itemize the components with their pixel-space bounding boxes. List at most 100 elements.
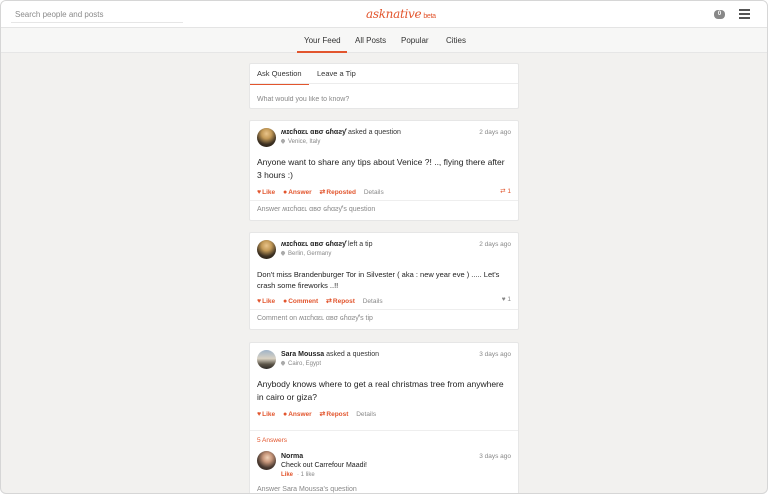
- comment-label: Comment: [288, 298, 319, 305]
- like-button[interactable]: ♥Like: [257, 411, 275, 418]
- repost-icon: ⇄: [319, 189, 326, 196]
- notification-badge[interactable]: 0: [714, 10, 725, 19]
- post-location: Berlin, Germany: [280, 250, 332, 257]
- tab-your-feed[interactable]: Your Feed: [297, 28, 347, 53]
- speech-bubble-icon: ●: [282, 411, 288, 418]
- details-link[interactable]: Details: [363, 298, 383, 305]
- repost-button[interactable]: ⇄Repost: [320, 411, 349, 418]
- post-card: ʍɪcɦαεʟ αвσ ɢɦαƨƴ asked a question Venic…: [249, 120, 519, 221]
- repost-icon: ⇄: [326, 298, 332, 305]
- post-time: 2 days ago: [479, 241, 511, 248]
- repost-label: Repost: [332, 298, 355, 305]
- post-actions: ♥Like ●Answer ⇄Reposted Details: [257, 188, 390, 196]
- post-author-line: Sara Moussa asked a question: [281, 351, 379, 358]
- repost-button[interactable]: ⇄Repost: [326, 298, 355, 305]
- post-card: ʍɪcɦαεʟ αвσ ɢɦαƨƴ left a tip Berlin, Ger…: [249, 232, 519, 330]
- app-window: asknativebeta 0 Your Feed All Posts Popu…: [0, 0, 768, 494]
- answer-meta: Like · 1 like: [281, 472, 315, 478]
- repost-count-value: 1: [507, 188, 511, 195]
- answer-text: Check out Carrefour Maadi!: [281, 462, 367, 469]
- divider: [250, 309, 518, 310]
- post-time: 2 days ago: [479, 129, 511, 136]
- comment-link[interactable]: Comment on ʍɪcɦαεʟ αвσ ɢɦαƨƴ's tip: [257, 315, 373, 322]
- answer-time: 3 days ago: [479, 453, 511, 460]
- location-pin-icon: [280, 250, 286, 256]
- like-button[interactable]: ♥Like: [257, 298, 275, 305]
- post-text: Anyone want to share any tips about Veni…: [257, 157, 505, 180]
- answer-button[interactable]: ●Answer: [283, 189, 312, 196]
- post-action: left a tip: [347, 241, 373, 248]
- details-link[interactable]: Details: [364, 189, 384, 196]
- post-text: Don't miss Brandenburger Tor in Silveste…: [257, 270, 500, 290]
- logo-text: asknative: [366, 7, 422, 21]
- heart-icon: ♥: [257, 298, 262, 305]
- heart-icon: ♥: [501, 296, 506, 303]
- tab-all-posts[interactable]: All Posts: [355, 28, 386, 53]
- like-label: Like: [262, 298, 276, 305]
- avatar[interactable]: [257, 128, 276, 147]
- like-button[interactable]: ♥Like: [257, 189, 275, 196]
- search-input[interactable]: [11, 6, 183, 23]
- question-input[interactable]: [257, 93, 507, 105]
- logo[interactable]: asknative beta: [366, 7, 436, 21]
- avatar[interactable]: [257, 350, 276, 369]
- location-text: Cairo, Egypt: [288, 361, 322, 367]
- post-action: asked a question: [347, 129, 401, 136]
- like-label: Like: [262, 189, 276, 196]
- post-actions: ♥Like ●Comment ⇄Repost Details: [257, 297, 389, 305]
- post-author[interactable]: Sara Moussa: [281, 351, 324, 358]
- answer-author[interactable]: Norma: [281, 453, 303, 460]
- repost-count: ⇄ 1: [500, 187, 511, 195]
- composer-card: Ask Question Leave a Tip: [249, 63, 519, 109]
- repost-label: Reposted: [326, 189, 357, 196]
- post-card: Sara Moussa asked a question Cairo, Egyp…: [249, 342, 519, 493]
- location-pin-icon: [280, 360, 286, 366]
- like-label: Like: [262, 411, 276, 418]
- repost-icon: ⇄: [319, 411, 326, 418]
- tab-cities[interactable]: Cities: [446, 28, 466, 53]
- divider: [250, 200, 518, 201]
- main-nav: Your Feed All Posts Popular Cities: [1, 28, 767, 53]
- answer-like-button[interactable]: Like: [281, 472, 293, 478]
- tab-popular[interactable]: Popular: [401, 28, 429, 53]
- post-author-line: ʍɪcɦαεʟ αвσ ɢɦαƨƴ asked a question: [281, 129, 401, 136]
- answer-like-count: · 1 like: [297, 472, 315, 478]
- answers-count[interactable]: 5 Answers: [257, 437, 287, 444]
- post-action: asked a question: [326, 351, 380, 358]
- repost-label: Repost: [326, 411, 349, 418]
- post-author[interactable]: ʍɪcɦαεʟ αвσ ɢɦαƨƴ: [281, 129, 346, 136]
- comment-button[interactable]: ●Comment: [283, 298, 318, 305]
- repost-icon: ⇄: [500, 188, 506, 195]
- tab-ask-question[interactable]: Ask Question: [250, 64, 309, 85]
- divider: [250, 430, 518, 431]
- heart-icon: ♥: [257, 189, 262, 196]
- location-text: Berlin, Germany: [288, 251, 332, 257]
- avatar[interactable]: [257, 240, 276, 259]
- composer-tabs: Ask Question Leave a Tip: [250, 64, 518, 85]
- post-location: Cairo, Egypt: [280, 360, 322, 367]
- avatar[interactable]: [257, 451, 276, 470]
- like-count: ♥ 1: [502, 296, 511, 303]
- answer-label: Answer: [288, 411, 312, 418]
- location-text: Venice, Italy: [288, 139, 321, 145]
- speech-bubble-icon: ●: [282, 189, 288, 196]
- repost-button[interactable]: ⇄Reposted: [320, 189, 357, 196]
- answer-link[interactable]: Answer ʍɪcɦαεʟ αвσ ɢɦαƨƴ's question: [257, 206, 375, 213]
- post-author[interactable]: ʍɪcɦαεʟ αвσ ɢɦαƨƴ: [281, 241, 346, 248]
- answer-label: Answer: [288, 189, 312, 196]
- speech-bubble-icon: ●: [282, 298, 288, 305]
- details-link[interactable]: Details: [356, 411, 376, 418]
- beta-label: beta: [423, 13, 436, 20]
- heart-icon: ♥: [257, 411, 262, 418]
- post-text: Anybody knows where to get a real christ…: [257, 379, 504, 402]
- location-pin-icon: [280, 138, 286, 144]
- like-count-value: 1: [507, 296, 511, 303]
- answer-button[interactable]: ●Answer: [283, 411, 312, 418]
- post-author-line: ʍɪcɦαεʟ αвσ ɢɦαƨƴ left a tip: [281, 241, 372, 248]
- tab-leave-a-tip[interactable]: Leave a Tip: [317, 64, 356, 84]
- answer-link[interactable]: Answer Sara Moussa's question: [257, 486, 357, 493]
- post-actions: ♥Like ●Answer ⇄Repost Details: [257, 410, 382, 418]
- top-bar: asknativebeta 0: [1, 1, 767, 28]
- post-location: Venice, Italy: [280, 138, 321, 145]
- hamburger-menu-icon[interactable]: [739, 9, 750, 19]
